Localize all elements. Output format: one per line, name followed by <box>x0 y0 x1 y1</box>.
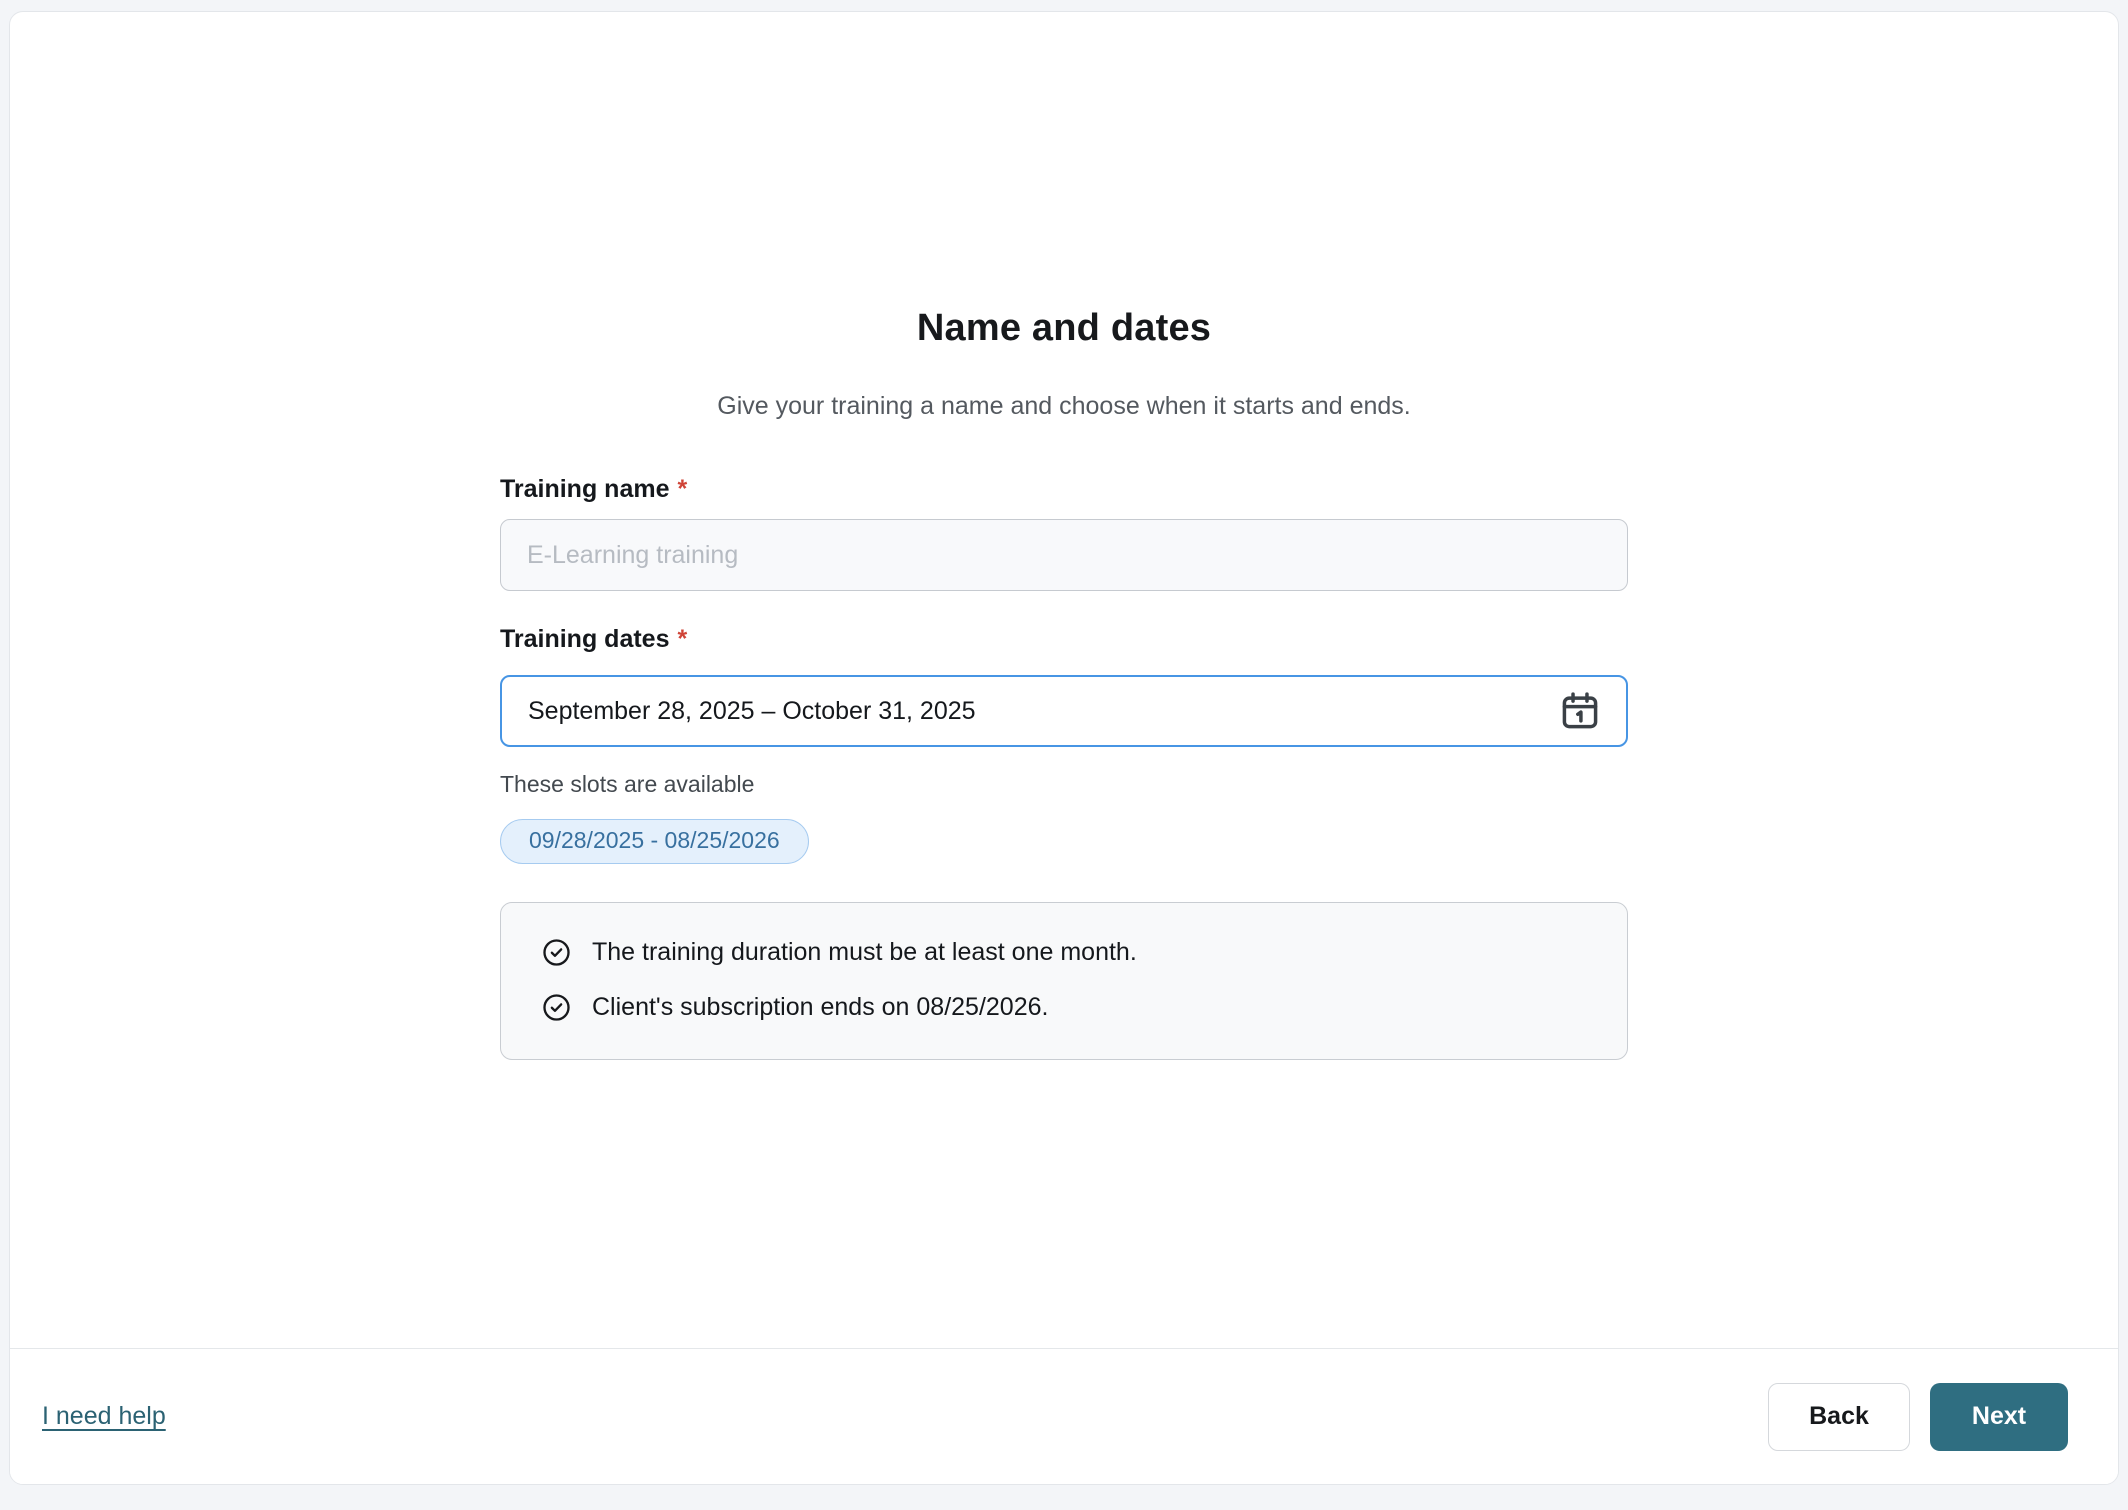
date-range-value: September 28, 2025 – October 31, 2025 <box>528 697 976 726</box>
training-name-label: Training name * <box>500 475 687 504</box>
training-name-input[interactable] <box>500 519 1628 591</box>
rule-row-duration: The training duration must be at least o… <box>541 937 1587 968</box>
back-button[interactable]: Back <box>1768 1383 1910 1451</box>
training-name-label-text: Training name <box>500 475 669 504</box>
training-dates-input[interactable]: September 28, 2025 – October 31, 2025 <box>500 675 1628 747</box>
rule-text: The training duration must be at least o… <box>592 938 1137 967</box>
wizard-footer: I need help Back Next <box>10 1348 2118 1484</box>
page-background: Name and dates Give your training a name… <box>0 0 2128 1510</box>
validation-rules-box: The training duration must be at least o… <box>500 902 1628 1060</box>
page-title: Name and dates <box>917 307 1211 350</box>
required-asterisk: * <box>677 475 687 504</box>
help-link[interactable]: I need help <box>42 1402 166 1431</box>
available-slot-range: 09/28/2025 - 08/25/2026 <box>529 827 780 854</box>
footer-buttons: Back Next <box>1768 1383 2068 1451</box>
calendar-picker-button[interactable] <box>1556 687 1604 735</box>
wizard-card: Name and dates Give your training a name… <box>9 11 2119 1485</box>
next-button[interactable]: Next <box>1930 1383 2068 1451</box>
training-dates-label: Training dates * <box>500 625 687 654</box>
page-subtitle: Give your training a name and choose whe… <box>717 392 1410 421</box>
rule-text: Client's subscription ends on 08/25/2026… <box>592 993 1048 1022</box>
training-dates-label-text: Training dates <box>500 625 669 654</box>
available-slot-badge[interactable]: 09/28/2025 - 08/25/2026 <box>500 819 809 864</box>
name-and-dates-form: Training name * Training dates * Septemb… <box>500 475 1628 1060</box>
check-circle-icon <box>541 992 572 1023</box>
calendar-icon <box>1558 689 1602 733</box>
required-asterisk: * <box>677 625 687 654</box>
check-circle-icon <box>541 937 572 968</box>
slots-available-helper: These slots are available <box>500 771 754 798</box>
rule-row-subscription: Client's subscription ends on 08/25/2026… <box>541 992 1587 1023</box>
step-content: Name and dates Give your training a name… <box>10 12 2118 1348</box>
